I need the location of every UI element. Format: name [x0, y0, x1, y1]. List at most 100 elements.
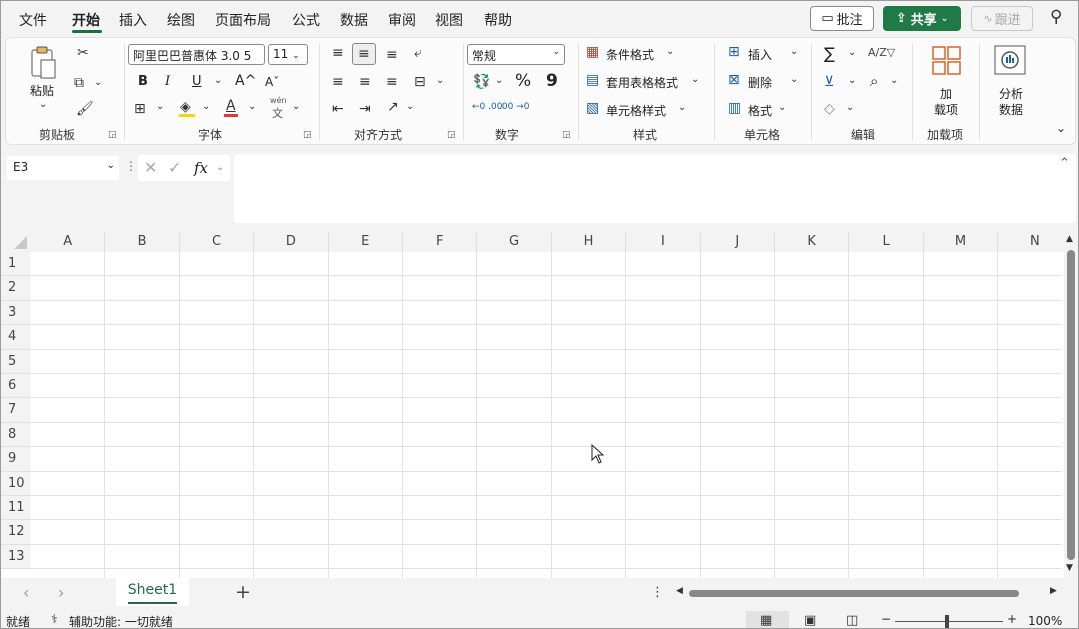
row-header[interactable]: 4: [1, 325, 31, 350]
phonetic-guide-char[interactable]: 文: [272, 105, 283, 121]
row-header[interactable]: 12: [1, 520, 31, 545]
increase-indent-icon[interactable]: ⇥: [359, 102, 371, 116]
zoom-out-button[interactable]: −: [881, 612, 891, 626]
row-header[interactable]: 5: [1, 349, 31, 374]
chevron-down-icon[interactable]: ⌄: [890, 76, 898, 86]
font-size-select[interactable]: 11 ⌄: [268, 44, 308, 65]
worksheet-grid[interactable]: ABCDEFGHIJKLMN 1 2 3 4 5 6 7 8 9 10 11 12 13 ▲ ▼: [1, 232, 1078, 578]
menu-help[interactable]: 帮助: [484, 10, 512, 30]
chevron-down-icon[interactable]: ⌄: [202, 102, 210, 112]
align-center-icon[interactable]: ≡: [359, 75, 371, 89]
column-header[interactable]: A: [31, 232, 106, 252]
format-as-table-button[interactable]: ▤ 套用表格格式 ⌄: [586, 72, 701, 92]
alignment-launcher-icon[interactable]: ◲: [447, 130, 456, 140]
row-header[interactable]: 10: [1, 471, 31, 496]
chevron-down-icon[interactable]: ⌄: [848, 48, 856, 58]
insert-cells-button[interactable]: ⊞ 插入 ⌄: [728, 44, 800, 64]
column-header[interactable]: H: [551, 232, 627, 252]
menu-draw[interactable]: 绘图: [167, 10, 195, 30]
column-header[interactable]: E: [328, 232, 403, 252]
chevron-down-icon[interactable]: ⌄: [846, 103, 854, 113]
column-header[interactable]: D: [254, 232, 329, 252]
collapse-ribbon-icon[interactable]: ⌄: [1056, 122, 1066, 134]
align-right-icon[interactable]: ≡: [386, 75, 398, 89]
menu-page-layout[interactable]: 页面布局: [215, 10, 271, 30]
analyze-data-button[interactable]: 分析 数据: [986, 43, 1036, 119]
delete-cells-button[interactable]: ⊠ 删除 ⌄: [728, 72, 800, 92]
addins-button[interactable]: 加 载项: [922, 43, 968, 119]
page-break-view-icon[interactable]: ◫: [846, 614, 858, 627]
row-header[interactable]: 9: [1, 447, 31, 472]
zoom-slider-thumb[interactable]: [945, 615, 949, 628]
menu-insert[interactable]: 插入: [119, 10, 147, 30]
autosum-button[interactable]: ∑: [824, 44, 835, 63]
collapse-formula-icon[interactable]: ⌃: [1059, 157, 1070, 170]
zoom-slider-track[interactable]: [895, 621, 1003, 622]
increase-font-button[interactable]: A^: [235, 73, 256, 89]
merge-center-icon[interactable]: ⊟: [414, 75, 426, 89]
vertical-scroll-thumb[interactable]: [1067, 250, 1075, 560]
scroll-up-icon[interactable]: ▲: [1066, 235, 1073, 244]
clear-icon[interactable]: ◇: [824, 102, 835, 116]
chevron-down-icon[interactable]: ⌄: [406, 102, 414, 112]
catch-up-button[interactable]: ∿ 跟进: [971, 6, 1033, 31]
row-header[interactable]: 3: [1, 300, 31, 326]
chevron-down-icon[interactable]: ⌄: [495, 76, 503, 86]
zoom-level[interactable]: 100%: [1028, 614, 1062, 628]
accessibility-icon[interactable]: ⚕: [51, 613, 58, 625]
format-cells-button[interactable]: ▥ 格式 ⌄: [728, 100, 800, 120]
cut-icon[interactable]: ✂: [77, 46, 89, 60]
column-header[interactable]: C: [179, 232, 255, 252]
row-header[interactable]: 6: [1, 374, 31, 399]
add-sheet-button[interactable]: +: [235, 581, 251, 603]
row-header[interactable]: 11: [1, 496, 31, 521]
decrease-font-button[interactable]: Aˇ: [265, 75, 279, 89]
orientation-icon[interactable]: ↗: [387, 100, 399, 114]
menu-formulas[interactable]: 公式: [292, 10, 320, 30]
formula-input[interactable]: [234, 154, 1076, 223]
prev-sheet-icon[interactable]: ‹: [23, 585, 29, 601]
row-header[interactable]: 7: [1, 398, 31, 423]
horizontal-scroll-thumb[interactable]: [689, 590, 1019, 597]
find-select-button[interactable]: ⌕: [870, 72, 878, 90]
menu-review[interactable]: 审阅: [388, 10, 416, 30]
enter-icon[interactable]: ✓: [168, 160, 181, 176]
phonetic-guide-label[interactable]: wén: [270, 96, 287, 105]
more-options-icon[interactable]: ⋮: [125, 160, 137, 172]
chevron-down-icon[interactable]: ⌄: [848, 76, 856, 86]
menu-home[interactable]: 开始: [72, 10, 100, 30]
column-header[interactable]: L: [849, 232, 924, 252]
chevron-down-icon[interactable]: ⌄: [436, 76, 444, 86]
font-name-select[interactable]: 阿里巴巴普惠体 3.0 5: [128, 44, 265, 65]
decrease-decimal-button[interactable]: .00 →0: [499, 102, 529, 112]
clipboard-launcher-icon[interactable]: ◲: [108, 130, 117, 140]
page-layout-view-icon[interactable]: ▣: [804, 614, 816, 627]
menu-data[interactable]: 数据: [340, 10, 368, 30]
align-bottom-icon[interactable]: ≡: [386, 48, 398, 62]
accessibility-status[interactable]: 辅助功能: 一切就绪: [69, 613, 173, 628]
paste-label[interactable]: 粘贴: [30, 82, 54, 99]
font-launcher-icon[interactable]: ◲: [303, 130, 312, 140]
sort-filter-button[interactable]: A/Z▽: [868, 46, 895, 59]
row-header[interactable]: 8: [1, 422, 31, 448]
coauthor-icon[interactable]: ⚲: [1050, 9, 1062, 26]
fill-color-icon[interactable]: ◈: [180, 100, 191, 114]
chevron-down-icon[interactable]: ⌄: [39, 100, 47, 110]
column-header[interactable]: B: [105, 232, 180, 252]
column-header[interactable]: I: [626, 232, 701, 252]
align-middle-button[interactable]: ≡: [352, 43, 376, 65]
percent-button[interactable]: %: [515, 71, 531, 91]
sheet-tab[interactable]: Sheet1: [116, 578, 189, 606]
chevron-down-icon[interactable]: ⌄: [214, 76, 222, 86]
column-header[interactable]: G: [477, 232, 552, 252]
insert-function-button[interactable]: fx: [194, 159, 208, 177]
column-header[interactable]: N: [998, 232, 1073, 252]
chevron-down-icon[interactable]: ⌄: [94, 78, 102, 88]
name-box[interactable]: E3 ⌄: [7, 156, 119, 180]
paste-button[interactable]: [28, 46, 60, 80]
underline-button[interactable]: U: [192, 74, 202, 89]
scroll-right-icon[interactable]: ▶: [1050, 587, 1057, 596]
wrap-text-icon[interactable]: ⤶: [414, 46, 422, 60]
number-format-select[interactable]: 常规 ⌄: [467, 44, 565, 65]
row-header[interactable]: 2: [1, 276, 31, 301]
